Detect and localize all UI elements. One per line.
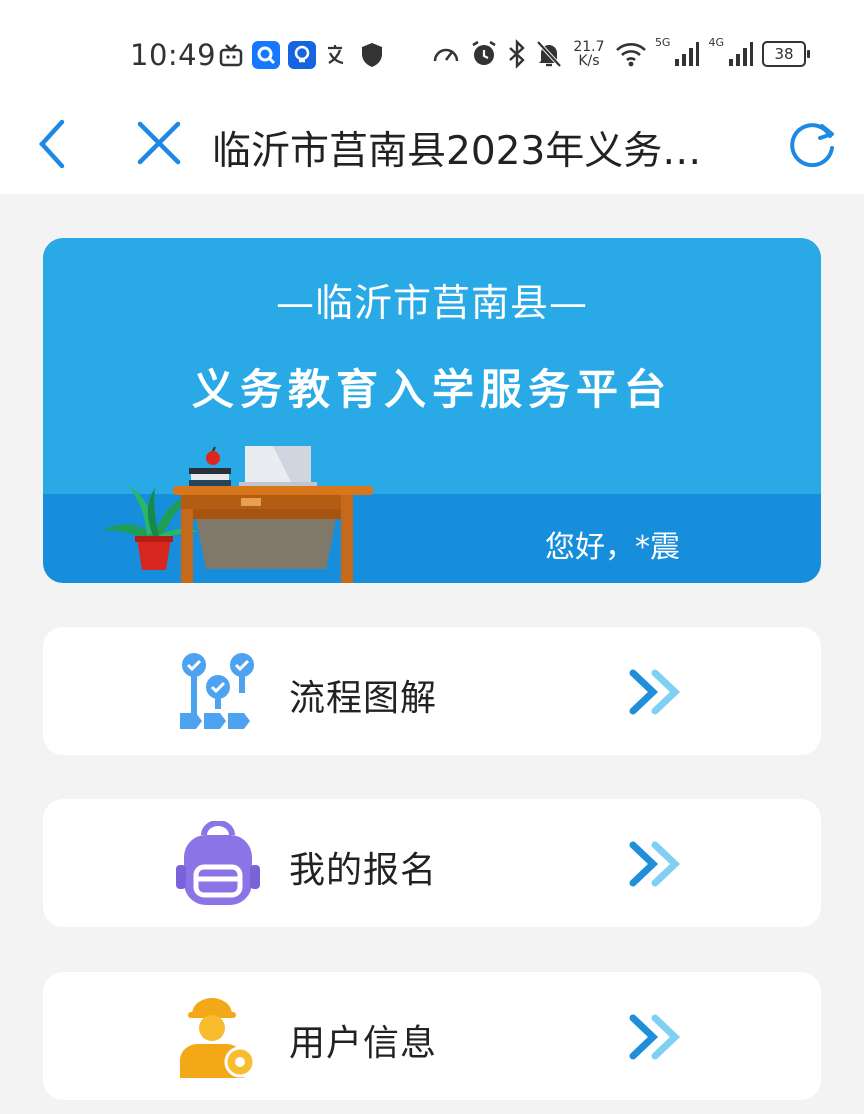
network-type-1: 5G [654,36,671,49]
laptop-icon [239,446,317,486]
banner: —临沂市莒南县— 义务教育入学服务平台 您好，*震 [43,238,821,583]
nav-bar: 临沂市莒南县2023年义务… [0,100,864,194]
network-type-2: 4G [708,36,724,49]
double-chevron-right-icon [629,1014,681,1060]
menu-item-label: 我的报名 [289,850,438,891]
status-bar: 10:49 21.7 K/s 5G 4G 38 [0,0,864,100]
user-info-icon [180,998,256,1078]
refresh-button[interactable] [784,116,840,176]
flowchart-icon [180,653,254,729]
menu-item-label: 用户信息 [289,1023,438,1064]
search-app-icon [252,41,280,69]
translate-icon [328,45,344,65]
books-icon [189,446,231,486]
signal-icon [675,42,700,66]
page-title: 临沂市莒南县2023年义务… [212,129,702,174]
tv-icon [219,44,243,67]
chevron-left-icon [38,119,65,169]
banner-subtitle: —临沂市莒南县— [275,281,588,325]
wifi-icon [616,43,646,67]
signal-icon-2 [729,42,753,66]
double-chevron-right-icon [629,841,681,887]
close-icon [137,121,181,165]
bell-off-icon [536,40,562,68]
desk-icon [173,486,373,583]
status-time: 10:49 [130,38,217,72]
shield-icon [362,43,382,67]
bluetooth-icon [509,39,525,69]
greeting-text: 您好，*震 [545,530,680,565]
speedometer-icon [433,48,459,62]
banner-title: 义务教育入学服务平台 [191,365,672,414]
backpack-icon [176,821,260,905]
alarm-icon [472,40,496,65]
menu-item-user-info[interactable]: 用户信息 [43,972,821,1100]
battery-indicator: 38 [762,41,810,67]
network-speed: 21.7 K/s [573,39,605,69]
double-chevron-right-icon [629,669,681,715]
menu-item-my-registration[interactable]: 我的报名 [43,799,821,927]
back-button[interactable] [34,116,68,176]
close-button[interactable] [134,118,184,172]
refresh-icon [790,123,834,168]
system-icons: 21.7 K/s 5G 4G 38 [431,36,810,72]
lightbulb-app-icon [288,41,316,69]
menu-item-label: 流程图解 [289,678,438,719]
desk-illustration [103,446,373,583]
menu-item-flowchart[interactable]: 流程图解 [43,627,821,755]
notification-icons [218,38,384,72]
